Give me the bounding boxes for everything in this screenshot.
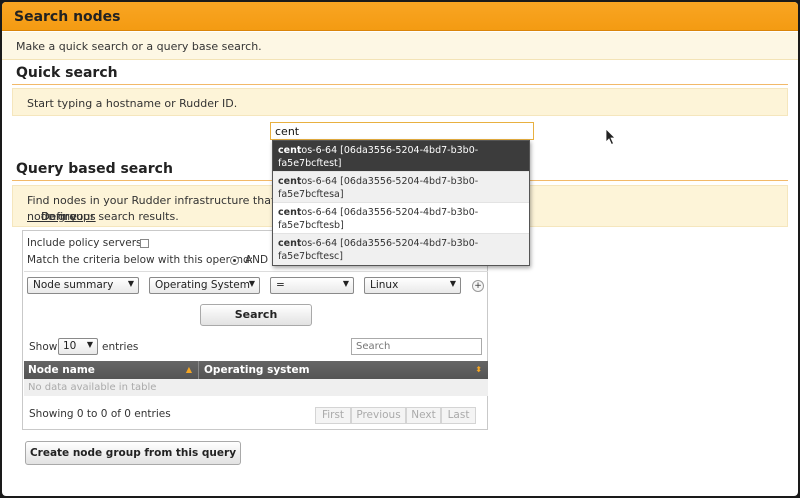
column-node-name[interactable]: Node name ▲ <box>24 361 199 379</box>
chevron-down-icon: ▼ <box>127 279 134 288</box>
entries-label: entries <box>102 341 139 353</box>
suggestion-item[interactable]: centos-6-64 [06da3556-5204-4bd7-b3b0- fa5… <box>273 234 529 265</box>
column-operating-system[interactable]: Operating system ⬍ <box>200 361 488 379</box>
chevron-down-icon: ▼ <box>342 279 349 288</box>
pager-previous-button[interactable]: Previous <box>351 407 406 424</box>
autocomplete-dropdown: centos-6-64 [06da3556-5204-4bd7-b3b0- fa5… <box>272 140 530 266</box>
chevron-down-icon: ▼ <box>449 279 456 288</box>
quick-search-rule <box>12 84 788 85</box>
query-search-title: Query based search <box>16 161 173 177</box>
table-filter-input[interactable] <box>351 338 482 355</box>
suggestion-item[interactable]: centos-6-64 [06da3556-5204-4bd7-b3b0- fa5… <box>273 141 529 172</box>
include-policy-servers-checkbox[interactable] <box>140 239 149 248</box>
quick-search-hint: Start typing a hostname or Rudder ID. <box>27 97 238 110</box>
sort-both-icon: ⬍ <box>475 365 482 374</box>
table-info: Showing 0 to 0 of 0 entries <box>29 408 171 420</box>
object-select[interactable]: Node summary ▼ <box>27 277 139 294</box>
query-search-hint-line1: Find nodes in your Rudder infrastructure… <box>27 194 307 207</box>
page-size-select[interactable]: 10 ▼ <box>58 338 98 355</box>
operand-and-label: AND <box>245 254 269 266</box>
quick-search-title: Quick search <box>16 65 118 81</box>
suggestion-item[interactable]: centos-6-64 [06da3556-5204-4bd7-b3b0- fa5… <box>273 203 529 234</box>
include-policy-servers-label: Include policy servers: <box>27 237 146 249</box>
quick-search-input[interactable] <box>270 122 534 140</box>
attribute-select[interactable]: Operating System ▼ <box>149 277 260 294</box>
pager-first-button[interactable]: First <box>315 407 351 424</box>
operand-and-radio[interactable] <box>230 256 239 265</box>
search-button[interactable]: Search <box>200 304 312 326</box>
query-search-hint-line2: Define node groups from your search resu… <box>27 210 179 223</box>
chevron-down-icon: ▼ <box>86 340 93 349</box>
suggestion-item[interactable]: centos-6-64 [06da3556-5204-4bd7-b3b0- fa5… <box>273 172 529 203</box>
search-nodes-window: Search nodes Make a quick search or a qu… <box>2 2 798 496</box>
create-node-group-button[interactable]: Create node group from this query <box>25 441 241 465</box>
pager-last-button[interactable]: Last <box>441 407 476 424</box>
intro-text: Make a quick search or a query base sear… <box>16 40 262 53</box>
quick-search-hint-box: Start typing a hostname or Rudder ID. <box>12 88 788 116</box>
title-bar: Search nodes <box>2 2 798 31</box>
value-select[interactable]: Linux ▼ <box>364 277 461 294</box>
divider <box>24 271 488 272</box>
chevron-down-icon: ▼ <box>248 279 255 288</box>
page-title: Search nodes <box>14 9 121 25</box>
empty-table-message: No data available in table <box>24 379 488 396</box>
comparator-select[interactable]: = ▼ <box>270 277 354 294</box>
show-label: Show <box>29 341 58 353</box>
mouse-pointer-icon <box>605 128 616 146</box>
results-table-header: Node name ▲ Operating system ⬍ <box>24 361 488 379</box>
intro-banner: Make a quick search or a query base sear… <box>2 32 798 60</box>
match-operand-label: Match the criteria below with this opera… <box>27 254 254 266</box>
sort-ascending-icon: ▲ <box>185 365 192 374</box>
pager-next-button[interactable]: Next <box>406 407 441 424</box>
add-criterion-button[interactable]: + <box>472 280 484 292</box>
